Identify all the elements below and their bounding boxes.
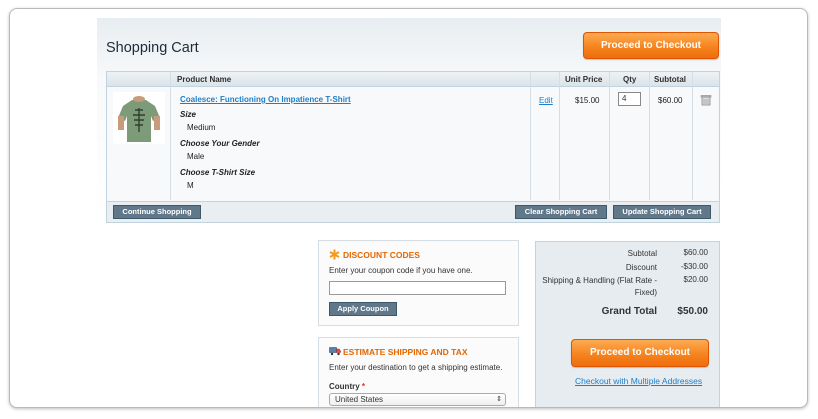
product-name-link[interactable]: Coalesce: Functioning On Impatience T-Sh… [180,95,351,104]
subtotal-label: Subtotal [627,249,657,258]
column-divider [609,72,610,200]
cart-table-footer: Continue Shopping Clear Shopping Cart Up… [107,201,719,222]
header-product-name: Product Name [177,75,232,84]
cart-page: Shopping Cart Proceed to Checkout Produc… [97,18,721,407]
checkout-multiple-addresses-link[interactable]: Checkout with Multiple Addresses [575,376,702,386]
select-arrows-icon: ⇕ [496,396,502,403]
option-label-size: Size [180,110,197,119]
continue-shopping-button[interactable]: Continue Shopping [113,205,201,219]
totals-box: Subtotal $60.00 Discount -$30.00 Shippin… [535,241,720,407]
option-value-size: Medium [187,123,216,132]
option-value-gender: Male [187,152,205,161]
header-unit-price: Unit Price [565,75,603,84]
required-mark: * [361,382,366,391]
column-divider [649,72,650,200]
update-shopping-cart-button[interactable]: Update Shopping Cart [613,205,711,219]
column-divider [559,72,560,200]
shipping-label-line-1: Shipping & Handling (Flat Rate - [542,276,657,285]
browser-frame: Shopping Cart Proceed to Checkout Produc… [9,8,808,408]
estimate-shipping-text: Enter your destination to get a shipping… [329,363,503,372]
asterisk-icon [329,249,340,260]
country-select-value: United States [335,395,384,404]
estimate-shipping-box: ESTIMATE SHIPPING AND TAX Enter your des… [318,337,519,407]
grand-total-label: Grand Total [601,306,657,317]
header-qty: Qty [623,75,637,84]
apply-coupon-button[interactable]: Apply Coupon [329,302,397,316]
grand-total-value: $50.00 [677,306,708,317]
column-divider [170,72,171,200]
cart-table-header: Product Name Unit Price Qty Subtotal [107,72,719,87]
coupon-code-input[interactable] [329,281,506,295]
cart-table: Product Name Unit Price Qty Subtotal Coa… [106,71,720,223]
estimate-shipping-title: ESTIMATE SHIPPING AND TAX [343,347,468,357]
proceed-to-checkout-button[interactable]: Proceed to Checkout [571,339,709,367]
country-label-text: Country [329,382,360,391]
page-title: Shopping Cart [106,40,199,56]
tshirt-image[interactable] [113,92,165,144]
subtotal-value: $60.00 [683,248,708,257]
clear-shopping-cart-button[interactable]: Clear Shopping Cart [515,205,607,219]
discount-codes-title: DISCOUNT CODES [343,250,420,260]
qty-input[interactable]: 4 [618,92,641,106]
edit-item-link[interactable]: Edit [539,96,553,105]
shipping-value: $20.00 [683,275,708,284]
shipping-label-line-2: Fixed) [634,288,657,297]
header-subtotal: Subtotal [654,75,686,84]
discount-codes-box: DISCOUNT CODES Enter your coupon code if… [318,240,519,326]
discount-label: Discount [625,263,657,272]
option-label-tshirt-size: Choose T-Shirt Size [180,168,256,177]
option-label-gender: Choose Your Gender [180,139,260,148]
item-subtotal: $60.00 [658,96,683,105]
column-divider [692,72,693,200]
unit-price: $15.00 [575,96,600,105]
discount-codes-text: Enter your coupon code if you have one. [329,266,473,275]
discount-value: -$30.00 [680,262,708,271]
option-value-tshirt-size: M [187,181,194,190]
trash-icon[interactable] [700,94,712,106]
country-select[interactable]: United States ⇕ [329,393,506,406]
truck-icon [329,346,341,356]
country-label: Country * [329,382,365,391]
proceed-to-checkout-top-button[interactable]: Proceed to Checkout [583,32,719,59]
column-divider [530,72,531,200]
